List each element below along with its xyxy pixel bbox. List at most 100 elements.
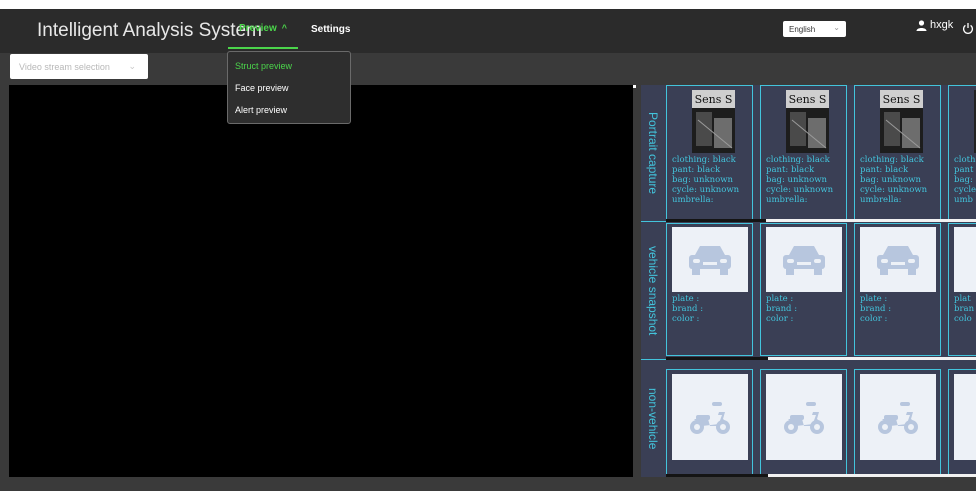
non-vehicle-thumbnail: [766, 374, 842, 460]
category-non-vehicle: non-vehicle: [641, 360, 665, 477]
vehicle-thumbnail: [954, 227, 976, 292]
attr-umbrella: umbrella:: [672, 195, 714, 205]
chevron-up-icon: ^: [281, 23, 288, 33]
car-placeholder-icon: [689, 245, 731, 275]
attr-cycle: cycle: unknown: [766, 185, 834, 195]
nav-settings-tab[interactable]: Settings: [311, 9, 350, 49]
attr-bag: bag:: [954, 175, 973, 185]
portrait-attributes: clothing: black pant: black bag: unknown…: [860, 155, 927, 205]
chevron-down-icon: ⌄: [833, 23, 840, 32]
non-vehicle-card[interactable]: [760, 369, 847, 477]
video-stream-select[interactable]: Video stream selection ⌄: [10, 54, 148, 79]
user-name: hxgk: [930, 19, 954, 31]
category-label: vehicle snapshot: [646, 245, 660, 336]
nav-preview-tab[interactable]: Preview ^: [228, 9, 298, 49]
user-icon: [916, 19, 927, 31]
non-vehicle-thumbnail: [860, 374, 936, 460]
row-scrollbar-track[interactable]: [666, 357, 768, 360]
language-value: English: [789, 24, 816, 34]
attr-pant: pant: black: [672, 165, 721, 175]
vehicle-card[interactable]: plat bran colo: [948, 223, 976, 356]
menu-item-face-preview[interactable]: Face preview: [228, 77, 350, 99]
scooter-placeholder-icon: [784, 402, 824, 434]
vehicle-card[interactable]: plate : brand : color :: [760, 223, 847, 356]
vehicle-attributes: plate : brand : color :: [766, 294, 797, 324]
row-scrollbar-thumb[interactable]: [768, 357, 976, 360]
portrait-sign-text: Sens S: [788, 93, 827, 106]
attr-brand: bran: [954, 304, 975, 314]
portrait-thumbnail: Sens S: [880, 90, 923, 153]
attr-bag: bag: unknown: [672, 175, 733, 185]
non-vehicle-thumbnail: [954, 374, 976, 460]
attr-pant: pant: black: [860, 165, 909, 175]
category-label: non-vehicle: [646, 387, 660, 450]
attr-pant: pant: black: [766, 165, 815, 175]
attr-color: color :: [672, 314, 700, 324]
category-label: Portrait capture: [646, 111, 660, 195]
attr-bag: bag: unknown: [860, 175, 921, 185]
vehicle-thumbnail: [766, 227, 842, 292]
capture-panel: Portrait capture vehicle snapshot non-ve…: [641, 85, 976, 477]
row-scrollbar-track[interactable]: [666, 474, 768, 477]
attr-clothing: cloth: [954, 155, 976, 165]
portrait-card[interactable]: Sens S clothing: black pant: black bag: …: [666, 85, 753, 220]
menu-item-struct-preview[interactable]: Struct preview: [228, 55, 350, 77]
attr-color: colo: [954, 314, 972, 324]
power-icon[interactable]: [962, 22, 974, 35]
attr-pant: pant: [954, 165, 974, 175]
attr-umbrella: umbrella:: [766, 195, 808, 205]
attr-color: color :: [860, 314, 888, 324]
portrait-sign-text: Sens S: [882, 93, 921, 106]
video-stream-placeholder: Video stream selection: [19, 61, 110, 72]
non-vehicle-thumbnail: [672, 374, 748, 460]
attr-umbrella: umbrella:: [860, 195, 902, 205]
chevron-down-icon: ⌄: [128, 61, 136, 71]
attr-plate: plat: [954, 294, 971, 304]
portrait-attributes: clothing: black pant: black bag: unknown…: [766, 155, 833, 205]
vehicle-attributes: plate : brand : color :: [860, 294, 891, 324]
vehicle-attributes: plate : brand : color :: [672, 294, 703, 324]
attr-cycle: cycle: unknown: [672, 185, 740, 195]
attr-clothing: clothing: black: [860, 155, 924, 165]
top-header: Intelligent Analysis System Preview ^ Se…: [0, 9, 976, 53]
portrait-thumbnail: Sens S: [786, 90, 829, 153]
portrait-thumbnail: Sens S: [692, 90, 735, 153]
resize-handle[interactable]: [633, 85, 636, 88]
vehicle-card[interactable]: plate : brand : color :: [854, 223, 941, 356]
non-vehicle-card[interactable]: [854, 369, 941, 477]
portrait-sign-text: Sens S: [694, 93, 733, 106]
category-portrait-capture: Portrait capture: [641, 85, 665, 221]
menu-item-alert-preview[interactable]: Alert preview: [228, 99, 350, 121]
category-vehicle-snapshot: vehicle snapshot: [641, 222, 665, 359]
non-vehicle-card[interactable]: [948, 369, 976, 477]
attr-umbrella: umb: [954, 195, 973, 205]
nav-preview-label: Preview: [238, 22, 277, 34]
attr-clothing: clothing: black: [766, 155, 830, 165]
preview-dropdown-menu: Struct preview Face preview Alert previe…: [227, 51, 351, 124]
scooter-placeholder-icon: [878, 402, 918, 434]
vehicle-thumbnail: [672, 227, 748, 292]
row-scrollbar-thumb[interactable]: [766, 219, 976, 222]
attr-cycle: cycle: [954, 185, 976, 195]
attr-cycle: cycle: unknown: [860, 185, 928, 195]
video-preview-area[interactable]: [9, 85, 633, 477]
attr-brand: brand :: [766, 304, 798, 314]
portrait-card[interactable]: Sens S clothing: black pant: black bag: …: [854, 85, 941, 220]
car-placeholder-icon: [877, 245, 919, 275]
row-scrollbar-track[interactable]: [666, 219, 766, 222]
vehicle-thumbnail: [860, 227, 936, 292]
language-select[interactable]: English ⌄: [783, 21, 846, 37]
attr-clothing: clothing: black: [672, 155, 736, 165]
scooter-placeholder-icon: [690, 402, 730, 434]
attr-bag: bag: unknown: [766, 175, 827, 185]
portrait-card[interactable]: cloth pant bag: cycle umb: [948, 85, 976, 220]
portrait-card[interactable]: Sens S clothing: black pant: black bag: …: [760, 85, 847, 220]
row-scrollbar-thumb[interactable]: [768, 474, 976, 477]
attr-plate: plate :: [860, 294, 888, 304]
non-vehicle-card[interactable]: [666, 369, 753, 477]
user-menu[interactable]: hxgk: [916, 19, 953, 31]
portrait-attributes: cloth pant bag: cycle umb: [954, 155, 976, 205]
attr-plate: plate :: [672, 294, 700, 304]
vehicle-card[interactable]: plate : brand : color :: [666, 223, 753, 356]
car-placeholder-icon: [783, 245, 825, 275]
